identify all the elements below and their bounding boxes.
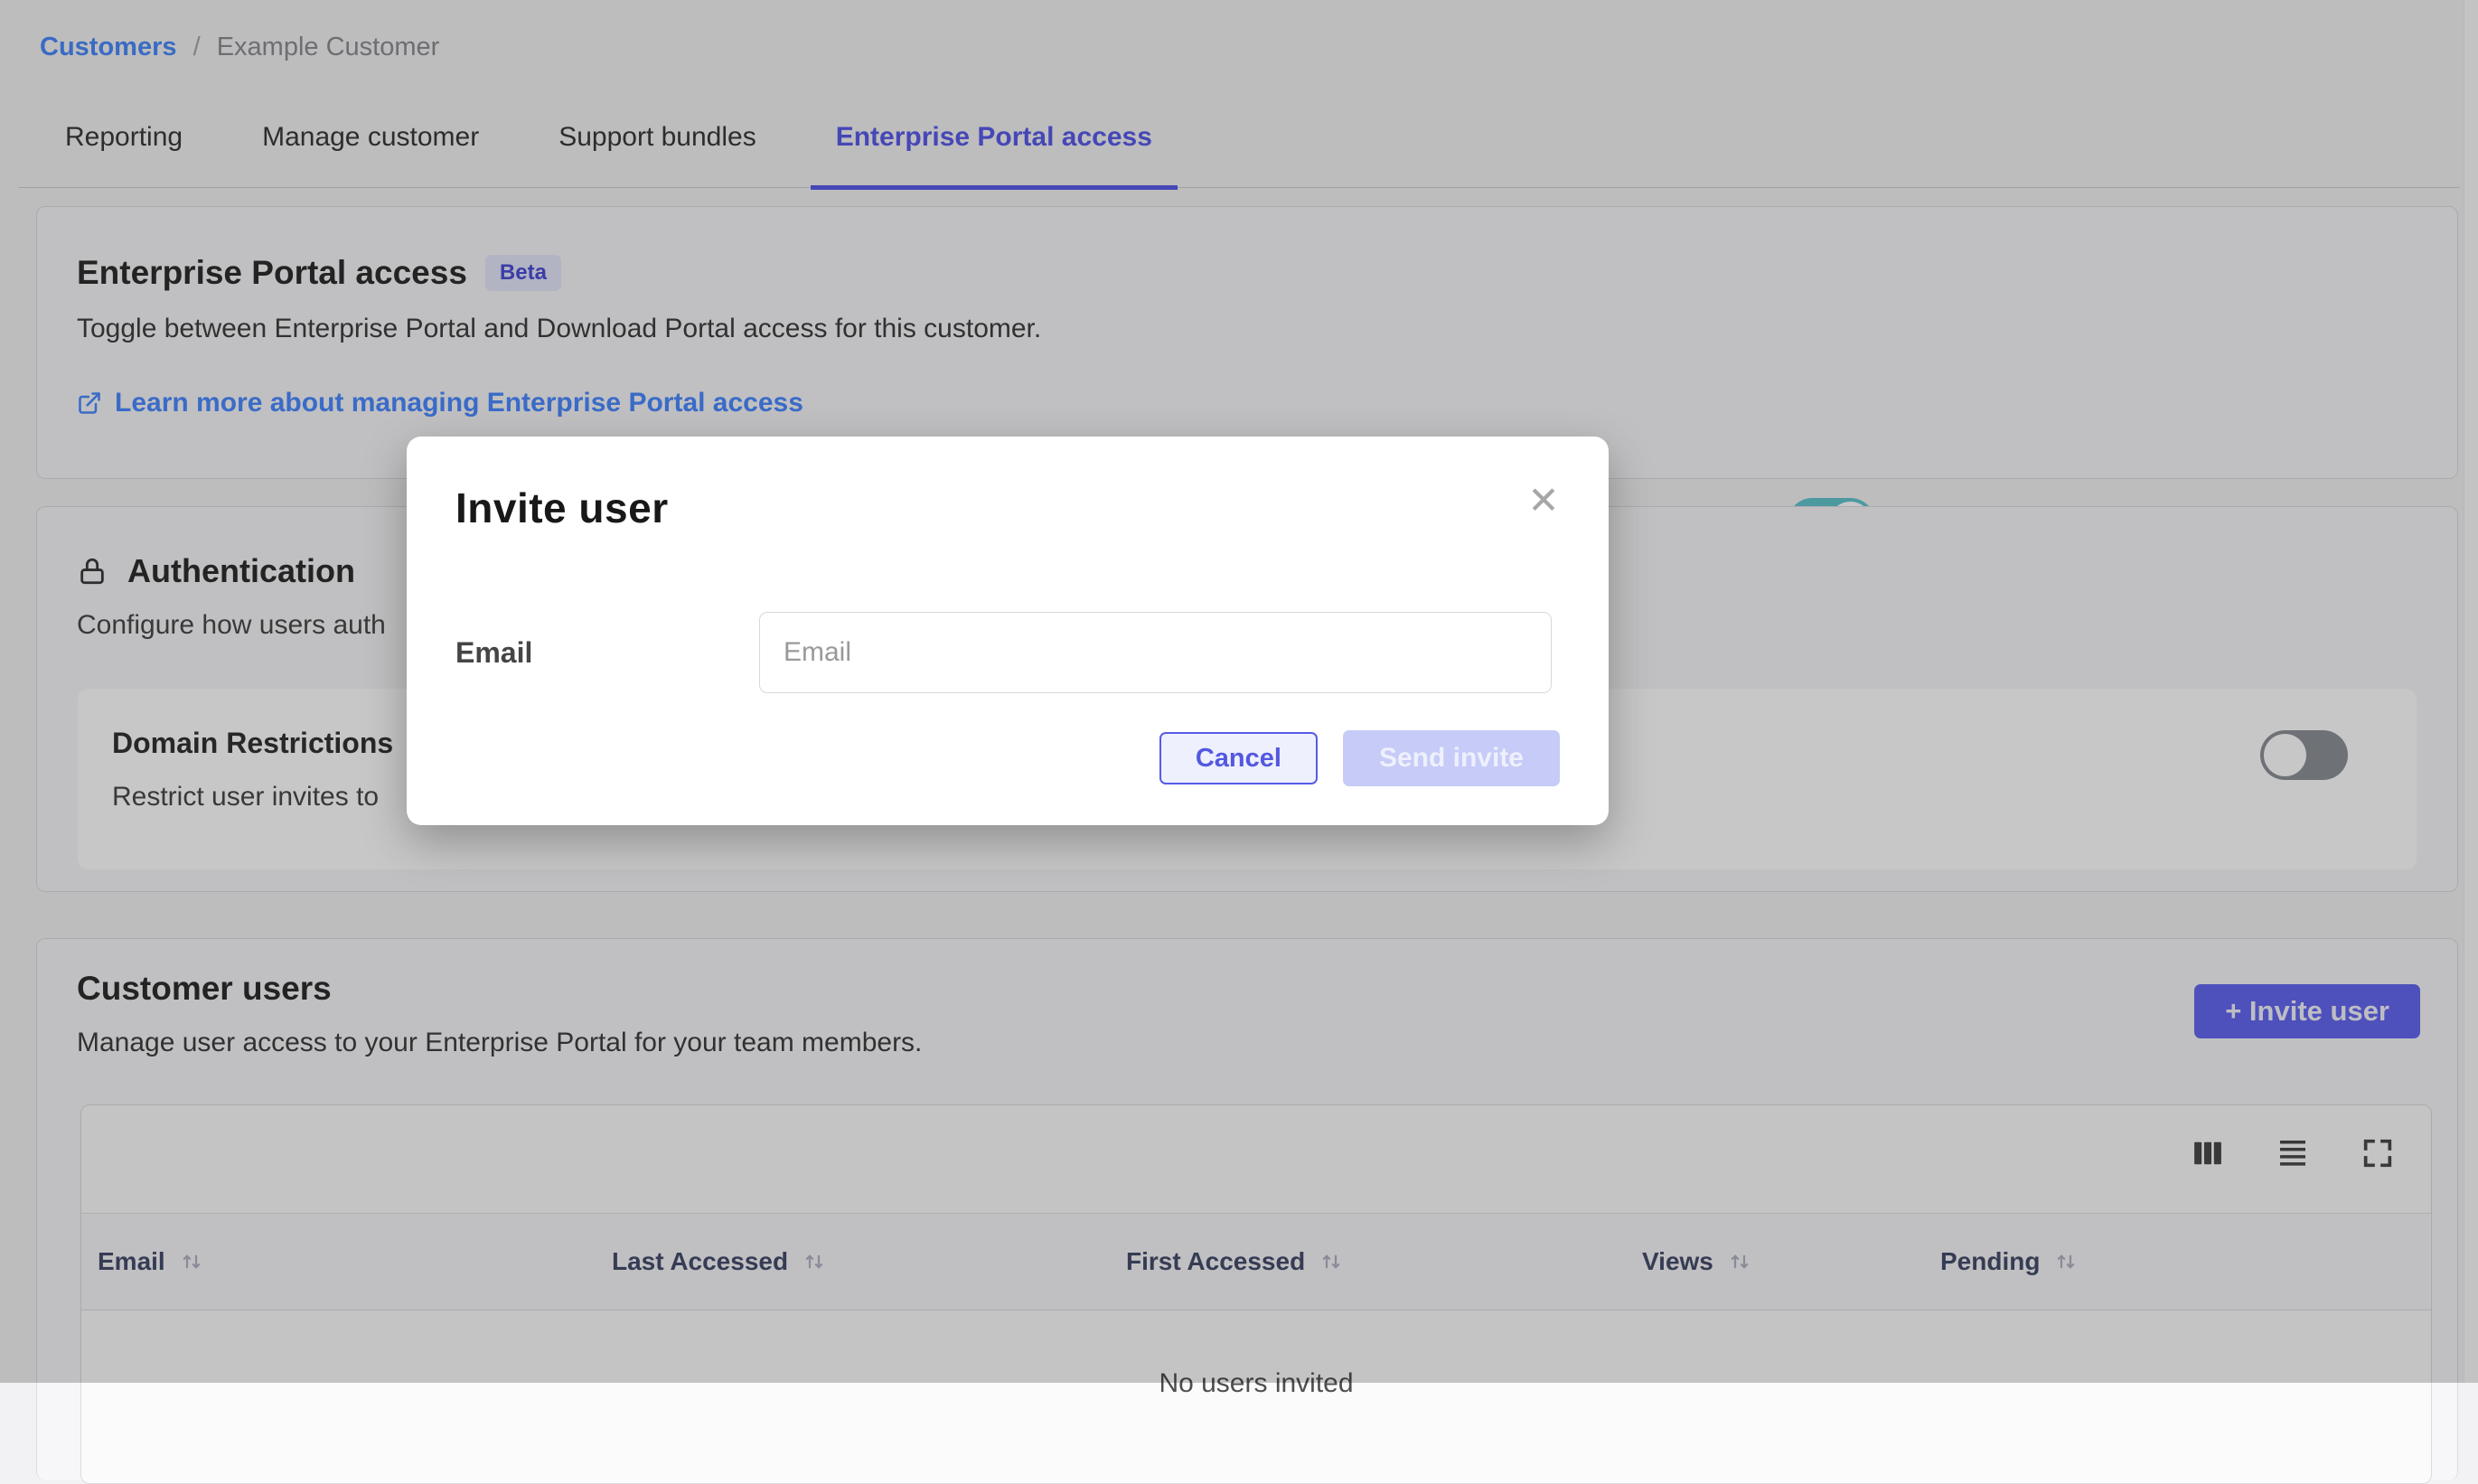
email-form-row: Email [455, 612, 1560, 693]
cancel-button[interactable]: Cancel [1159, 732, 1318, 784]
page-root: Customers / Example Customer Reporting M… [0, 0, 2478, 1383]
send-invite-button[interactable]: Send invite [1343, 730, 1560, 786]
email-field[interactable] [759, 612, 1552, 693]
close-icon[interactable]: ✕ [1522, 478, 1565, 521]
modal-title: Invite user [455, 484, 1560, 532]
modal-footer: Cancel Send invite [1159, 730, 1560, 786]
email-label: Email [455, 636, 759, 670]
invite-user-modal: Invite user ✕ Email Cancel Send invite [407, 437, 1609, 825]
